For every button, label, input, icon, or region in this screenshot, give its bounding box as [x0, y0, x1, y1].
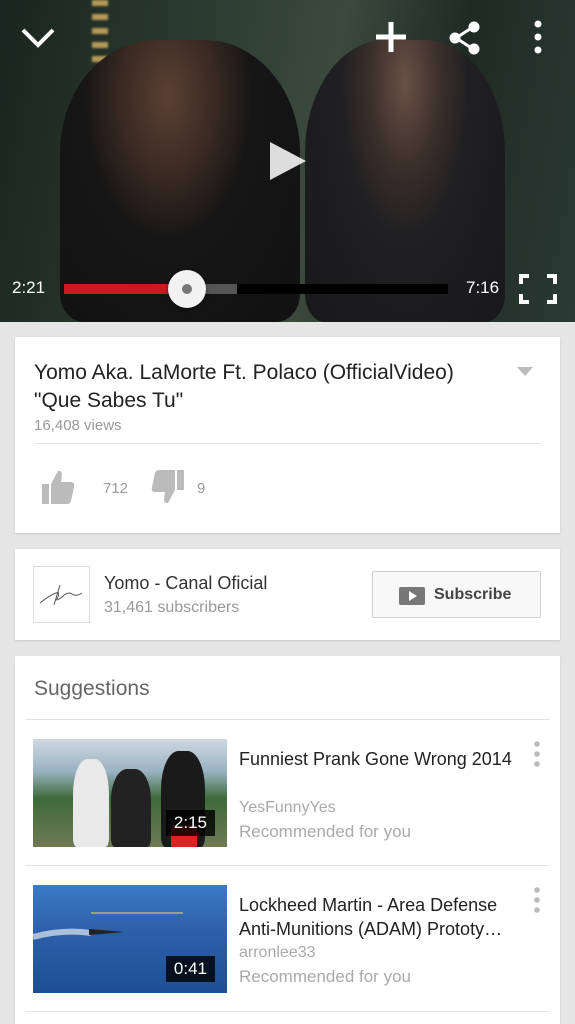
play-icon[interactable] [268, 140, 308, 182]
like-count: 712 [103, 480, 129, 497]
channel-card: Yomo - Canal Oficial 31,461 subscribers … [15, 549, 560, 640]
elapsed-time: 2:21 [12, 278, 46, 297]
share-icon[interactable] [448, 20, 482, 56]
divider [25, 1011, 550, 1012]
view-count: 16,408 views [34, 417, 122, 434]
suggestion-thumbnail[interactable]: 0:41 [33, 885, 227, 993]
channel-avatar[interactable] [33, 566, 90, 623]
more-vert-icon[interactable] [531, 886, 543, 914]
video-duration: 2:15 [165, 810, 215, 836]
suggestion-reason: Recommended for you [239, 822, 411, 841]
suggestion-reason: Recommended for you [239, 967, 411, 986]
suggestion-channel: arronlee33 [239, 944, 316, 961]
subscriber-count: 31,461 subscribers [104, 599, 240, 616]
subscribe-button[interactable]: Subscribe [372, 571, 541, 618]
scrubber-handle[interactable] [167, 270, 206, 308]
youtube-play-icon [399, 587, 425, 605]
suggestion-channel: YesFunnyYes [239, 799, 336, 816]
plus-icon[interactable] [374, 20, 408, 54]
thumbs-down-icon[interactable] [151, 469, 185, 505]
suggestions-card: Suggestions 2:15 Funniest Prank Gone Wro… [15, 656, 560, 1024]
progress-bar[interactable] [64, 284, 448, 294]
divider [25, 865, 550, 866]
thumbnail-figure [111, 769, 151, 847]
subscribe-label: Subscribe [434, 586, 512, 603]
total-duration: 7:16 [466, 278, 500, 297]
thumbnail-figure [73, 759, 109, 847]
video-title: Yomo Aka. LaMorte Ft. Polaco (OfficialVi… [34, 361, 454, 412]
more-vert-icon[interactable] [528, 18, 548, 56]
suggestions-heading: Suggestions [34, 677, 150, 700]
dislike-count: 9 [197, 480, 206, 497]
more-vert-icon[interactable] [531, 740, 543, 768]
expand-description-icon[interactable] [517, 367, 533, 377]
video-info-card: Yomo Aka. LaMorte Ft. Polaco (OfficialVi… [15, 337, 560, 533]
suggestion-title[interactable]: Funniest Prank Gone Wrong 2014 [239, 747, 529, 771]
divider [25, 719, 550, 720]
chevron-down-icon[interactable] [20, 22, 56, 52]
fullscreen-icon[interactable] [519, 274, 557, 304]
divider [34, 443, 541, 444]
suggestion-title[interactable]: Lockheed Martin - Area Defense Anti-Muni… [239, 893, 529, 941]
thumbs-up-icon[interactable] [41, 469, 75, 505]
channel-name[interactable]: Yomo - Canal Oficial [104, 573, 267, 594]
video-player[interactable]: 2:21 7:16 [0, 0, 575, 322]
signature-logo [39, 584, 83, 606]
suggestion-thumbnail[interactable]: 2:15 [33, 739, 227, 847]
video-duration: 0:41 [165, 956, 215, 982]
